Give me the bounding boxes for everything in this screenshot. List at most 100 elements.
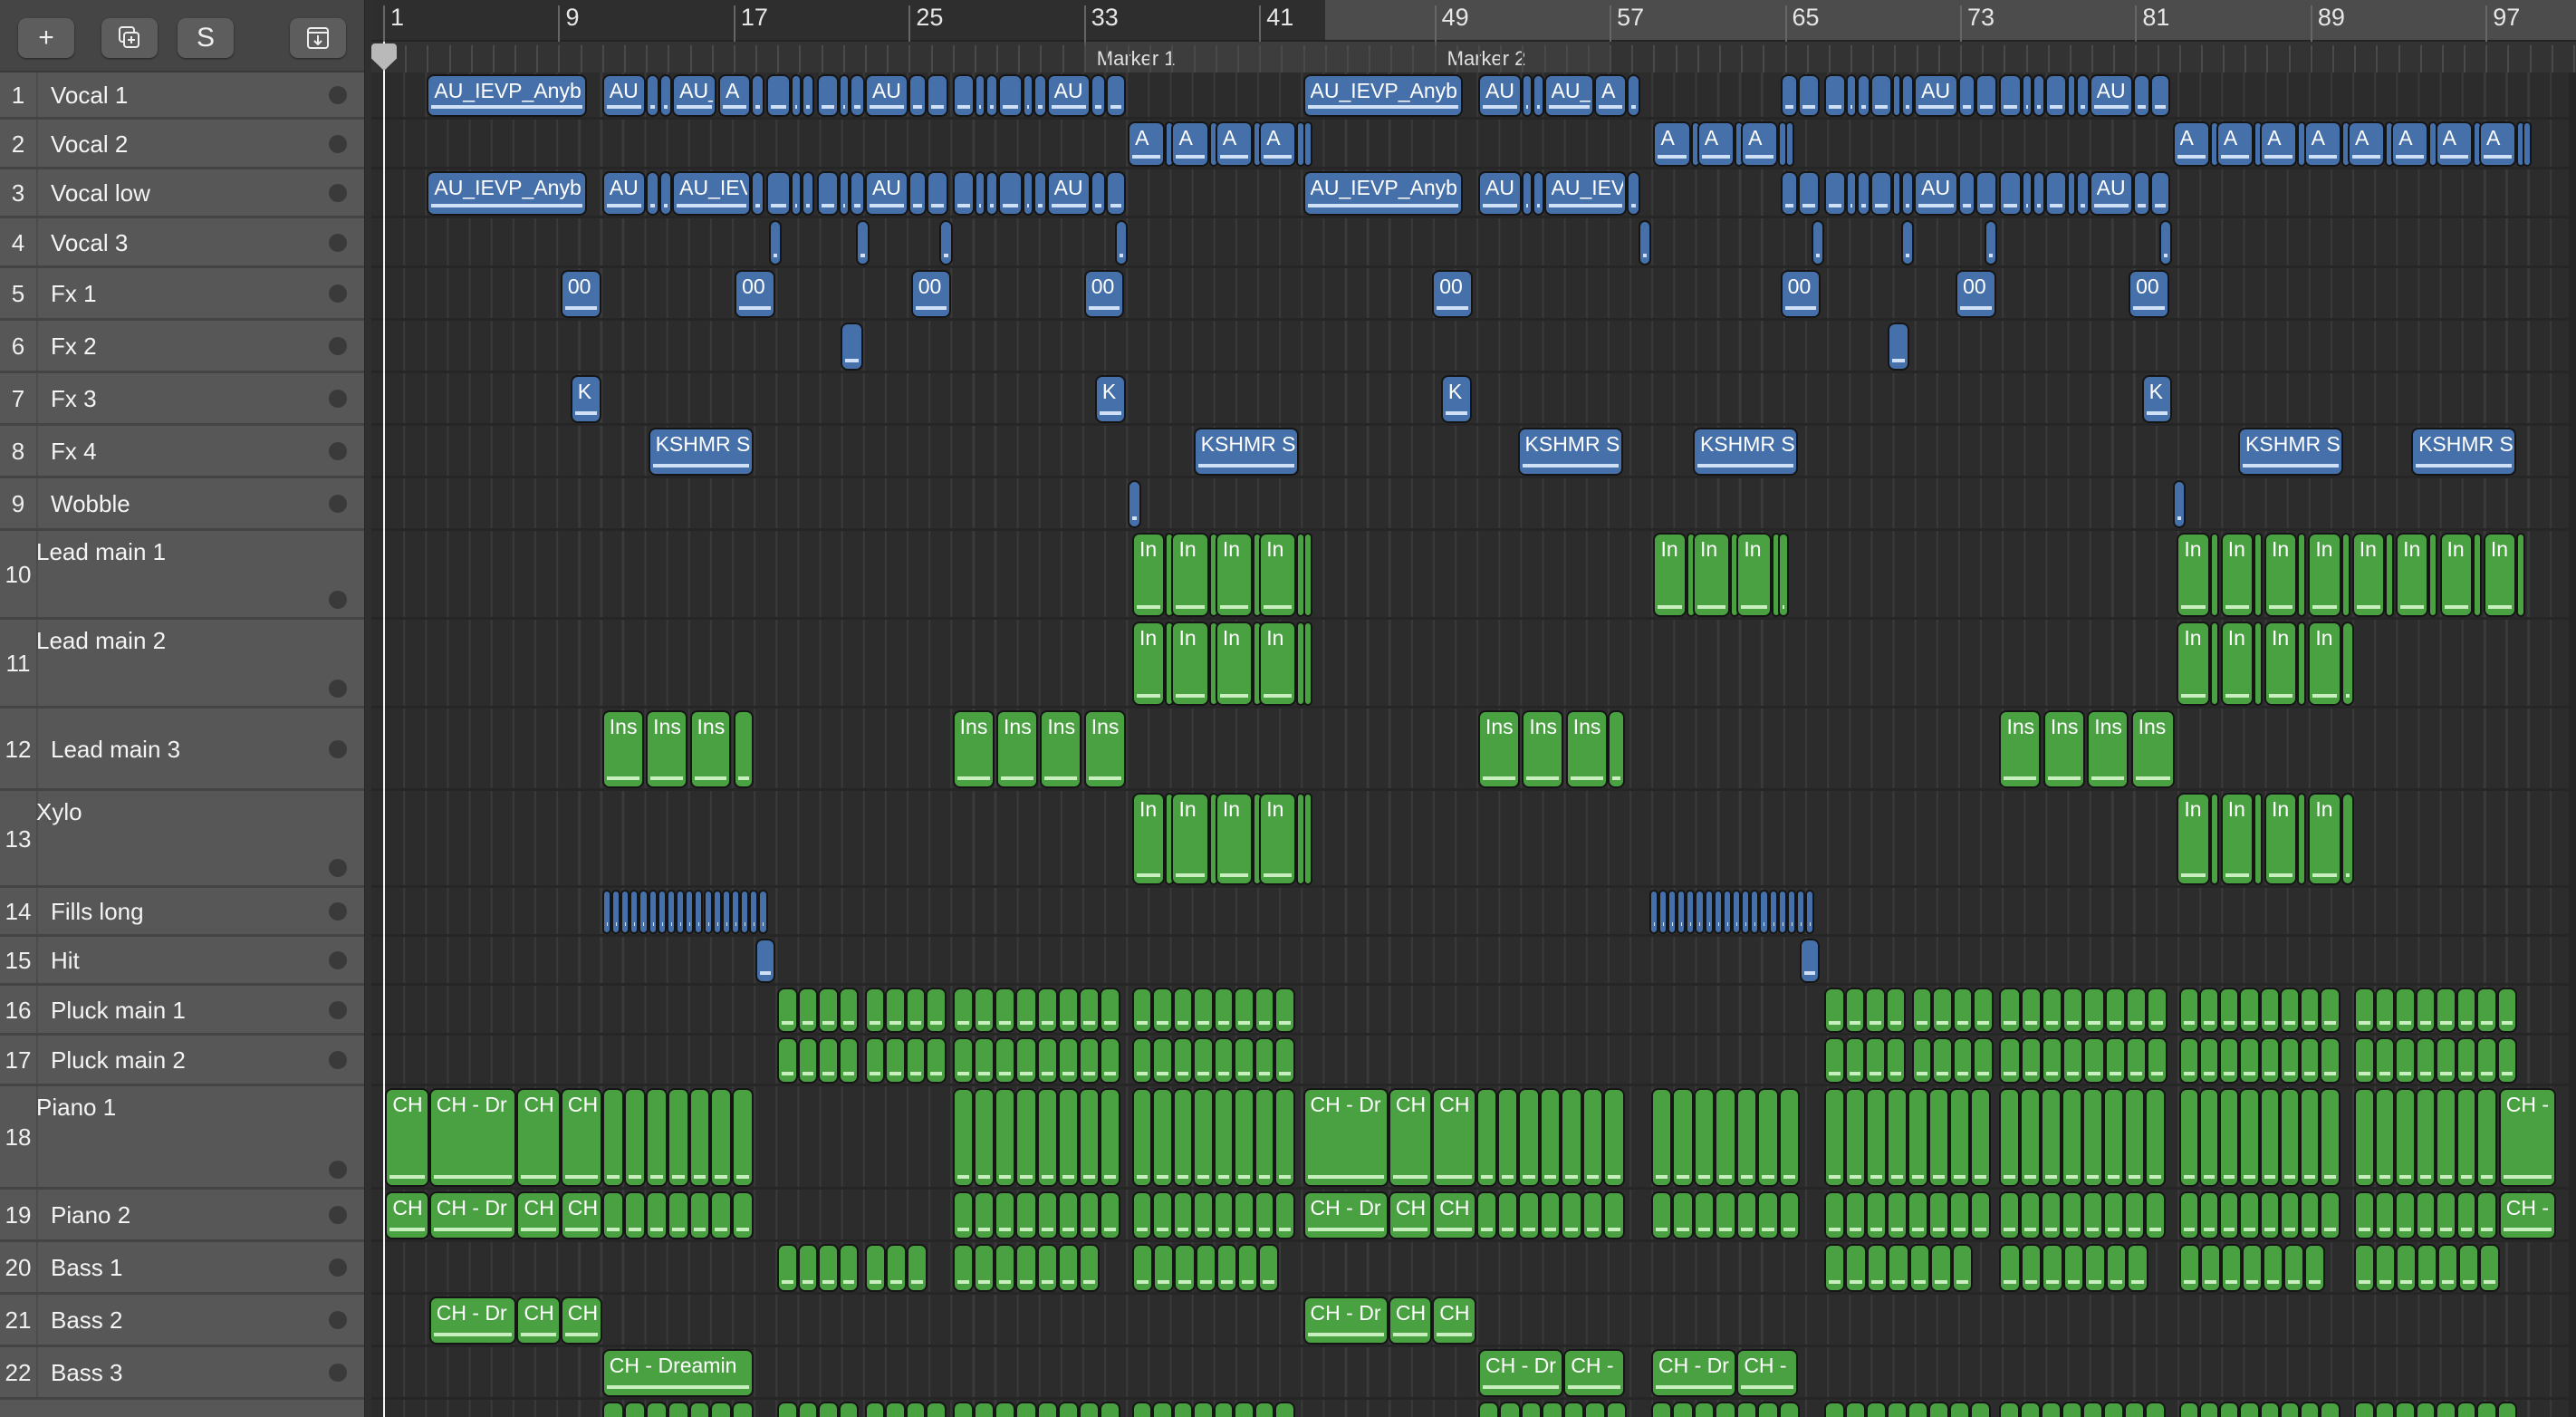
midi-region[interactable] [2395,1088,2416,1187]
midi-region[interactable] [2415,1037,2437,1084]
midi-region[interactable] [2062,1037,2084,1084]
audio-region[interactable]: 00 [910,270,952,318]
midi-region[interactable]: In [1736,533,1772,617]
midi-region[interactable] [1234,988,1254,1033]
midi-region[interactable] [1886,1402,1908,1417]
midi-region[interactable] [2496,1037,2518,1084]
track-lane[interactable]: In In In In In In In In In In In In In In In [371,531,2576,620]
midi-region[interactable] [797,1037,819,1084]
midi-region[interactable] [1778,1088,1801,1187]
midi-region[interactable] [2199,1244,2221,1292]
midi-region[interactable] [2297,622,2307,706]
midi-region[interactable]: CH [1388,1191,1433,1239]
midi-region[interactable] [2456,1191,2477,1239]
midi-region[interactable] [2300,1191,2321,1239]
midi-region[interactable] [2062,1402,2083,1417]
track-header-vocal-3[interactable]: 4 Vocal 3 [0,218,364,268]
audio-region[interactable] [751,171,764,216]
audio-region[interactable] [926,171,948,216]
track-header-vocal-1[interactable]: 1 Vocal 1 [0,72,364,120]
midi-region[interactable] [1172,1037,1194,1084]
midi-region[interactable] [1886,1088,1908,1187]
midi-region[interactable]: CH [1432,1191,1476,1239]
midi-region[interactable] [2259,1402,2280,1417]
midi-region[interactable]: In [2308,622,2341,706]
midi-region[interactable]: Ins [996,710,1038,788]
midi-region[interactable]: CH - [1563,1349,1625,1397]
audio-region[interactable]: A [1128,121,1166,167]
audio-region[interactable] [1900,220,1915,265]
record-enable-icon[interactable] [329,1364,347,1382]
midi-region[interactable] [1844,1037,1866,1084]
audio-region[interactable] [1750,890,1760,934]
audio-region[interactable] [2021,171,2033,216]
audio-region[interactable] [1627,74,1640,117]
track-lane[interactable] [371,888,2576,937]
midi-region[interactable] [2354,1088,2375,1187]
midi-region[interactable] [732,1191,755,1239]
midi-region[interactable] [995,1402,1016,1417]
midi-region[interactable] [2374,1402,2396,1417]
midi-region[interactable] [818,1402,839,1417]
audio-region[interactable] [2032,74,2046,117]
audio-region[interactable]: AU_IEVP_Anyb [1302,74,1464,117]
midi-region[interactable] [2125,1037,2147,1084]
audio-region[interactable]: KSHMR S [1517,428,1623,476]
audio-region[interactable] [685,890,695,934]
midi-region[interactable] [1651,1088,1673,1187]
midi-region[interactable] [797,1244,819,1292]
midi-region[interactable] [2125,988,2147,1033]
midi-region[interactable] [2105,1244,2128,1292]
midi-region[interactable] [2456,988,2477,1033]
audio-region[interactable] [639,890,649,934]
midi-region[interactable] [1888,1244,1909,1292]
audio-region[interactable] [657,890,667,934]
midi-region[interactable] [1866,1244,1889,1292]
midi-region[interactable] [2178,1191,2199,1239]
midi-region[interactable] [1015,1191,1037,1239]
audio-region[interactable] [816,171,839,216]
midi-region[interactable] [1520,1402,1543,1417]
track-name[interactable]: Vocal 2 [51,130,128,159]
midi-region[interactable]: In [2177,793,2210,885]
midi-region[interactable] [1518,1191,1540,1239]
audio-region[interactable] [2067,74,2077,117]
midi-region[interactable] [710,1402,733,1417]
midi-region[interactable] [2279,1088,2301,1187]
audio-region[interactable]: 00 [1956,270,1996,318]
audio-region[interactable]: K [2141,375,2173,423]
midi-region[interactable] [995,988,1016,1033]
midi-region[interactable] [2395,1402,2416,1417]
midi-region[interactable] [2239,1191,2260,1239]
record-enable-icon[interactable] [329,1258,347,1277]
midi-region[interactable]: CH [1432,1088,1476,1187]
midi-region[interactable] [1757,1088,1779,1187]
record-enable-icon[interactable] [329,1206,347,1224]
midi-region[interactable]: CH [385,1088,429,1187]
track-header-fx-1[interactable]: 5 Fx 1 [0,268,364,321]
midi-region[interactable] [1561,1191,1582,1239]
midi-region[interactable] [2103,1402,2125,1417]
midi-region[interactable] [1907,1088,1928,1187]
midi-region[interactable] [1078,1191,1101,1239]
midi-region[interactable] [2374,1191,2396,1239]
midi-region[interactable] [2436,1088,2456,1187]
midi-region[interactable] [1948,1088,1970,1187]
midi-region[interactable] [973,1037,995,1084]
midi-region[interactable]: In [1259,622,1297,706]
audio-region[interactable]: A [1259,121,1297,167]
midi-region[interactable] [2436,1191,2456,1239]
track-header-bass-2[interactable]: 21 Bass 2 [0,1295,364,1347]
midi-region[interactable] [2300,988,2321,1033]
midi-region[interactable] [2458,1244,2480,1292]
audio-region[interactable] [648,890,658,934]
midi-region[interactable] [2084,1244,2106,1292]
midi-region[interactable] [1078,1244,1101,1292]
midi-region[interactable] [2199,1191,2220,1239]
midi-region[interactable] [1036,1244,1058,1292]
audio-region[interactable] [646,171,659,216]
midi-region[interactable] [864,988,886,1033]
midi-region[interactable] [1152,988,1173,1033]
track-lane[interactable]: CH - Dr CH CH CH - Dr CH CH [371,1295,2576,1347]
midi-region[interactable]: CH - [2498,1191,2556,1239]
